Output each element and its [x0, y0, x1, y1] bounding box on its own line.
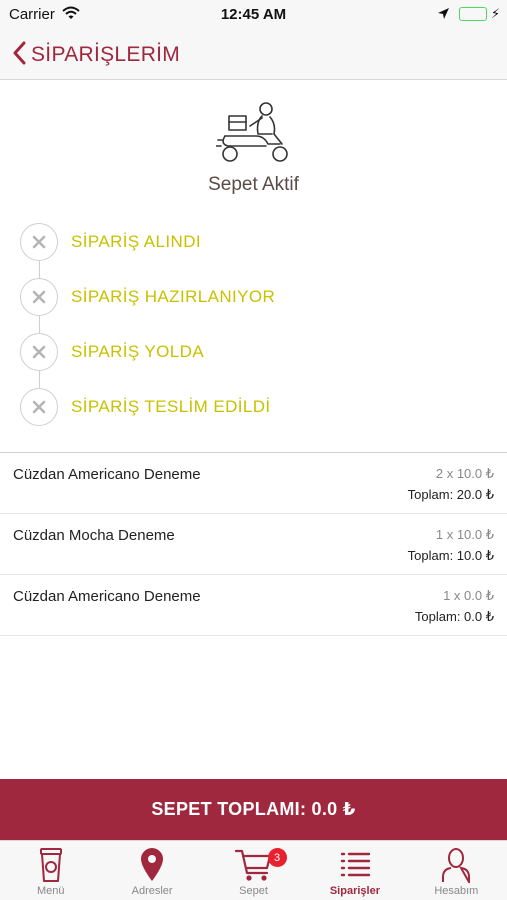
tab-addresses[interactable]: Adresler	[101, 841, 202, 900]
order-item-name: Cüzdan Americano Deneme	[13, 466, 201, 483]
tab-bar: Menü Adresler 3 Sepet Siparişler Hesabım	[0, 840, 507, 900]
status-bar: Carrier 12:45 AM ⚡	[0, 0, 507, 30]
tab-label: Adresler	[131, 885, 173, 897]
order-item-name: Cüzdan Mocha Deneme	[13, 527, 175, 544]
navigation-bar: SİPARİŞLERİM	[0, 30, 507, 80]
order-item[interactable]: Cüzdan Americano Deneme 2 x 10.0 ₺ Topla…	[0, 453, 507, 514]
charging-bolt-icon: ⚡	[491, 6, 501, 21]
order-item-total: Toplam: 20.0 ₺	[407, 487, 494, 502]
order-item-quantity: 1 x 10.0 ₺	[435, 527, 494, 542]
order-items-list: Cüzdan Americano Deneme 2 x 10.0 ₺ Topla…	[0, 452, 507, 636]
x-icon	[20, 277, 58, 316]
clock: 12:45 AM	[220, 6, 287, 23]
step-label: SİPARİŞ YOLDA	[71, 341, 205, 361]
tab-menu[interactable]: Menü	[0, 841, 101, 900]
tab-cart[interactable]: 3 Sepet	[203, 841, 304, 900]
step-order-on-way: SİPARİŞ YOLDA	[20, 324, 480, 379]
tab-label: Hesabım	[434, 885, 479, 897]
order-status-hero: Sepet Aktif	[0, 100, 507, 196]
step-order-received: SİPARİŞ ALINDI	[20, 214, 480, 269]
order-item-quantity: 1 x 0.0 ₺	[443, 588, 494, 603]
shopping-cart-icon: 3	[234, 846, 287, 884]
cart-total-label: SEPET TOPLAMI: 0.0 ₺	[151, 799, 356, 819]
step-label: SİPARİŞ HAZIRLANIYOR	[71, 286, 276, 306]
tab-label: Siparişler	[329, 885, 380, 897]
order-item[interactable]: Cüzdan Americano Deneme 1 x 0.0 ₺ Toplam…	[0, 575, 507, 636]
page-title: SİPARİŞLERİM	[31, 43, 181, 66]
cart-total-bar[interactable]: SEPET TOPLAMI: 0.0 ₺	[0, 779, 507, 840]
tab-orders[interactable]: Siparişler	[304, 841, 405, 900]
order-item-name: Cüzdan Americano Deneme	[13, 588, 201, 605]
x-icon	[20, 332, 58, 371]
list-icon	[338, 846, 372, 884]
step-order-preparing: SİPARİŞ HAZIRLANIYOR	[20, 269, 480, 324]
step-order-delivered: SİPARİŞ TESLİM EDİLDİ	[20, 379, 480, 434]
order-item-total: Toplam: 10.0 ₺	[407, 548, 494, 563]
delivery-scooter-icon	[0, 100, 507, 166]
tab-label: Sepet	[239, 885, 268, 897]
tab-label: Menü	[36, 885, 65, 897]
map-pin-icon	[139, 846, 165, 884]
back-button[interactable]: SİPARİŞLERİM	[12, 38, 180, 72]
cart-count-badge: 3	[267, 848, 287, 867]
user-icon	[441, 846, 471, 884]
tab-account[interactable]: Hesabım	[406, 841, 507, 900]
order-item[interactable]: Cüzdan Mocha Deneme 1 x 10.0 ₺ Toplam: 1…	[0, 514, 507, 575]
x-icon	[20, 387, 58, 426]
order-item-total: Toplam: 0.0 ₺	[414, 609, 494, 624]
step-label: SİPARİŞ TESLİM EDİLDİ	[71, 396, 271, 416]
step-label: SİPARİŞ ALINDI	[71, 231, 201, 251]
battery-icon	[459, 7, 487, 21]
order-item-quantity: 2 x 10.0 ₺	[435, 466, 494, 481]
chevron-left-icon	[12, 41, 26, 70]
steps-connector-line	[38, 254, 40, 404]
coffee-cup-icon	[38, 846, 64, 884]
x-icon	[20, 222, 58, 261]
order-progress-steps: SİPARİŞ ALINDI SİPARİŞ HAZIRLANIYOR SİPA…	[20, 214, 480, 434]
location-arrow-icon	[437, 7, 450, 25]
cart-status-text: Sepet Aktif	[208, 174, 299, 195]
